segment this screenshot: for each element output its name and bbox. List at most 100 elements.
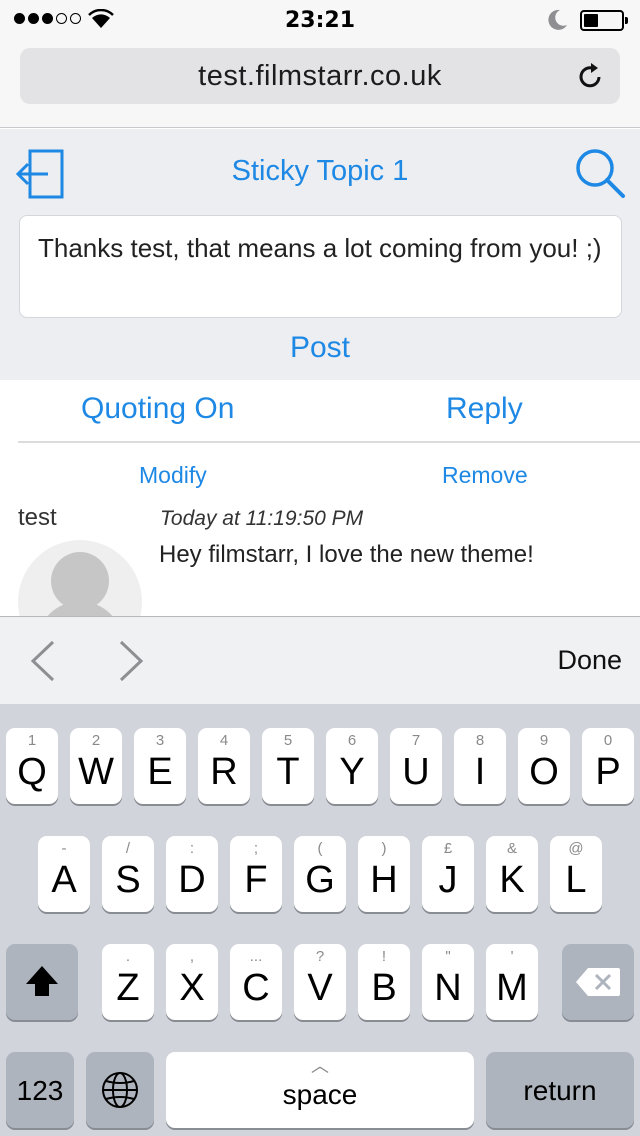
key-label: S <box>115 859 141 901</box>
key-hint: 1 <box>27 732 37 749</box>
key-hint: ( <box>317 840 323 857</box>
key-hint: @ <box>568 840 584 857</box>
done-button[interactable]: Done <box>557 645 622 676</box>
key-label: J <box>438 859 458 901</box>
key-u[interactable]: 7U <box>390 728 442 804</box>
reply-textarea[interactable]: Thanks test, that means a lot coming fro… <box>19 215 622 318</box>
key-s[interactable]: / S <box>102 836 154 912</box>
space-key[interactable]: ︿ space <box>166 1052 474 1128</box>
key-hint: ; <box>253 840 259 857</box>
key-hint: 0 <box>603 732 613 749</box>
key-v[interactable]: ? V <box>294 944 346 1020</box>
key-label: P <box>595 751 621 793</box>
key-hint: . <box>125 948 131 965</box>
return-key[interactable]: return <box>486 1052 634 1128</box>
caret-up-icon: ︿ <box>311 1056 329 1076</box>
key-j[interactable]: £ J <box>422 836 474 912</box>
key-label: Z <box>116 967 140 1009</box>
address-bar[interactable]: test.filmstarr.co.uk <box>20 48 620 104</box>
key-label: H <box>370 859 398 901</box>
key-label: R <box>210 751 238 793</box>
url-text[interactable]: test.filmstarr.co.uk <box>20 60 620 93</box>
keyboard-accessory-bar: Done <box>0 616 640 704</box>
key-r[interactable]: 4R <box>198 728 250 804</box>
key-label: Y <box>339 751 365 793</box>
key-label: O <box>529 751 559 793</box>
modify-button[interactable]: Modify <box>139 462 207 489</box>
key-o[interactable]: 9O <box>518 728 570 804</box>
topic-header: Sticky Topic 1 Thanks test, that means a… <box>0 129 640 380</box>
numbers-key[interactable]: 123 <box>6 1052 74 1128</box>
chevron-right-icon[interactable] <box>116 639 146 683</box>
shift-key[interactable] <box>6 944 78 1020</box>
key-label: U <box>402 751 430 793</box>
key-hint: " <box>445 948 451 965</box>
key-l[interactable]: @ L <box>550 836 602 912</box>
keyboard: 123 ︿ space return 1Q2W3E4R5T6Y7U8I9O0P-… <box>0 704 640 1136</box>
key-c[interactable]: ... C <box>230 944 282 1020</box>
key-hint: / <box>125 840 131 857</box>
web-page: Sticky Topic 1 Thanks test, that means a… <box>0 129 640 616</box>
key-g[interactable]: (G <box>294 836 346 912</box>
battery-icon <box>580 10 628 31</box>
post-actions-bar: Quoting On Reply <box>18 380 640 443</box>
key-p[interactable]: 0P <box>582 728 634 804</box>
key-e[interactable]: 3E <box>134 728 186 804</box>
key-hint: 5 <box>283 732 293 749</box>
key-q[interactable]: 1Q <box>6 728 58 804</box>
key-i[interactable]: 8I <box>454 728 506 804</box>
key-label: F <box>244 859 268 901</box>
key-hint: ) <box>381 840 387 857</box>
key-label: A <box>51 859 77 901</box>
key-x[interactable]: ,X <box>166 944 218 1020</box>
key-y[interactable]: 6Y <box>326 728 378 804</box>
globe-key[interactable] <box>86 1052 154 1128</box>
reload-icon[interactable] <box>578 62 604 90</box>
key-label: X <box>179 967 205 1009</box>
page-title: Sticky Topic 1 <box>231 155 409 187</box>
key-hint: - <box>61 840 67 857</box>
quoting-toggle-button[interactable]: Quoting On <box>81 392 234 426</box>
key-label: D <box>178 859 206 901</box>
numbers-key-label: 123 <box>16 1075 64 1106</box>
delete-icon <box>576 968 620 996</box>
key-label: L <box>565 859 587 901</box>
chevron-left-icon[interactable] <box>28 639 58 683</box>
reply-button[interactable]: Reply <box>446 392 523 426</box>
key-w[interactable]: 2W <box>70 728 122 804</box>
key-label: G <box>305 859 335 901</box>
clock: 23:21 <box>284 8 356 33</box>
globe-icon <box>102 1072 138 1108</box>
key-b[interactable]: ! B <box>358 944 410 1020</box>
status-bar: 23:21 <box>0 0 640 40</box>
key-label: I <box>474 751 486 793</box>
key-hint: 6 <box>347 732 357 749</box>
key-hint: 4 <box>219 732 229 749</box>
key-hint: £ <box>443 840 453 857</box>
search-icon[interactable] <box>574 147 626 199</box>
key-k[interactable]: & K <box>486 836 538 912</box>
key-d[interactable]: :D <box>166 836 218 912</box>
key-f[interactable]: ; F <box>230 836 282 912</box>
post-button[interactable]: Post <box>0 331 640 365</box>
key-a[interactable]: -A <box>38 836 90 912</box>
key-label: M <box>496 967 528 1009</box>
key-label: T <box>276 751 300 793</box>
return-key-label: return <box>523 1075 597 1106</box>
remove-button[interactable]: Remove <box>442 462 528 489</box>
key-label: K <box>499 859 525 901</box>
key-hint: ! <box>381 948 387 965</box>
key-label: N <box>434 967 462 1009</box>
delete-key[interactable] <box>562 944 634 1020</box>
key-n[interactable]: " N <box>422 944 474 1020</box>
key-hint: 3 <box>155 732 165 749</box>
key-z[interactable]: .Z <box>102 944 154 1020</box>
key-t[interactable]: 5T <box>262 728 314 804</box>
post-timestamp: Today at 11:19:50 PM <box>160 507 364 530</box>
key-h[interactable]: ) H <box>358 836 410 912</box>
key-m[interactable]: ' M <box>486 944 538 1020</box>
post-author: test <box>18 504 57 531</box>
shift-icon <box>26 966 58 996</box>
key-label: V <box>307 967 333 1009</box>
key-label: C <box>242 967 270 1009</box>
